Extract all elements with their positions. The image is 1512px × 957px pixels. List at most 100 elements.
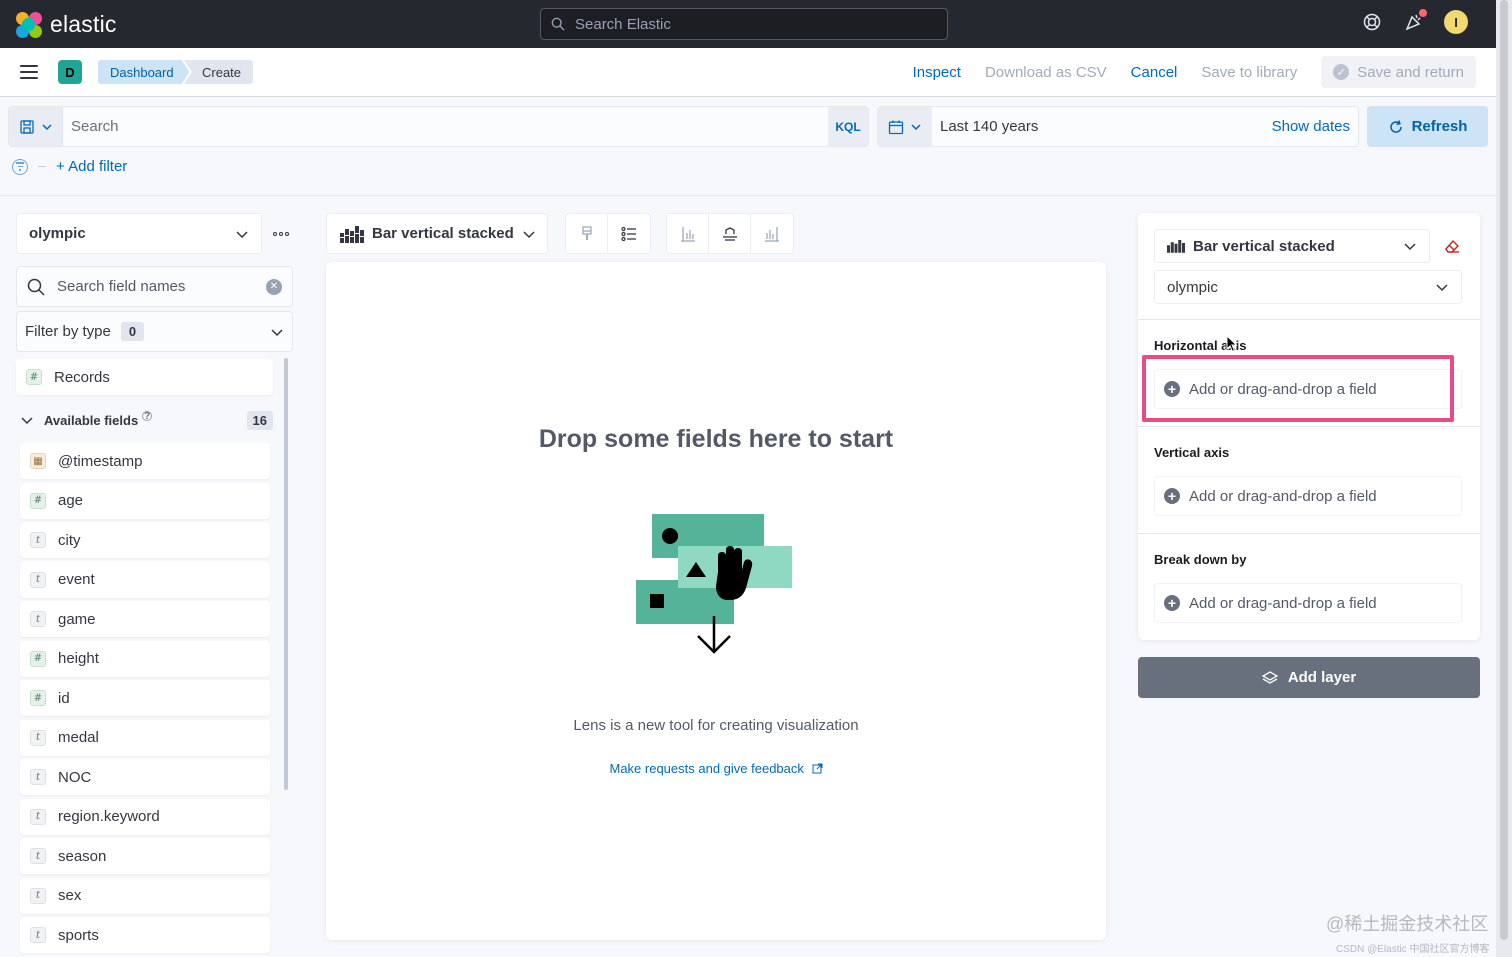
field-name: game (58, 610, 96, 628)
string-type-icon: t (30, 848, 46, 864)
break-down-by-add-field[interactable]: + Add or drag-and-drop a field (1154, 583, 1462, 623)
save-icon (19, 119, 34, 134)
field-item[interactable]: t sports (20, 917, 270, 953)
refresh-button[interactable]: Refresh (1367, 106, 1488, 147)
field-name: NOC (58, 768, 92, 786)
feedback-link[interactable]: Make requests and give feedback (326, 761, 1106, 776)
time-range[interactable]: Last 140 years (932, 118, 1272, 135)
help-icon[interactable] (1360, 10, 1384, 34)
drag-drop-illustration (636, 514, 792, 654)
field-item[interactable]: ▦ @timestamp (20, 443, 270, 479)
field-name: season (58, 847, 107, 865)
kql-toggle[interactable]: KQL (828, 107, 868, 146)
search-icon (27, 278, 45, 296)
eraser-icon[interactable] (1443, 237, 1461, 255)
legend-options-button[interactable] (608, 214, 650, 253)
layer-index-pattern-select[interactable]: olympic (1154, 270, 1462, 304)
left-axis-button[interactable] (667, 214, 709, 253)
save-and-return-button[interactable]: ✓ Save and return (1321, 56, 1476, 88)
query-input[interactable] (63, 107, 828, 146)
field-item[interactable]: t region.keyword (20, 798, 270, 835)
space-avatar[interactable]: D (58, 60, 82, 84)
chevron-down-icon (271, 328, 283, 336)
visual-options-button[interactable] (566, 214, 608, 253)
user-avatar[interactable]: I (1444, 10, 1468, 34)
workspace-canvas[interactable]: Drop some fields here to start Lens is a… (326, 262, 1106, 940)
chart-type-label: Bar vertical stacked (372, 225, 514, 242)
field-name: sex (58, 887, 82, 904)
field-search-input[interactable] (57, 278, 266, 295)
elastic-logo-icon (16, 11, 42, 38)
breadcrumb-dashboard[interactable]: Dashboard (98, 60, 190, 84)
field-item[interactable]: t event (20, 561, 270, 598)
save-to-library-button[interactable]: Save to library (1201, 64, 1297, 81)
field-item[interactable]: # height (20, 640, 270, 677)
news-feed-icon[interactable] (1402, 9, 1427, 34)
download-csv-button[interactable]: Download as CSV (985, 64, 1107, 81)
menu-icon[interactable] (20, 65, 38, 79)
field-list-scrollbar[interactable] (284, 358, 288, 790)
field-item[interactable]: t sex (20, 877, 270, 914)
axis-right-icon (765, 226, 779, 242)
field-item[interactable]: t medal (20, 719, 270, 756)
elastic-logo[interactable]: elastic (16, 11, 117, 38)
refresh-label: Refresh (1411, 118, 1468, 135)
list-icon (621, 226, 636, 241)
layer-chart-type-select[interactable]: Bar vertical stacked (1154, 229, 1430, 263)
add-layer-button[interactable]: Add layer (1138, 657, 1480, 698)
filter-by-type-select[interactable]: Filter by type 0 (16, 311, 293, 352)
inspect-button[interactable]: Inspect (913, 64, 961, 81)
highlight-box (1142, 355, 1454, 422)
index-pattern-select[interactable]: olympic (16, 213, 262, 254)
show-dates-button[interactable]: Show dates (1272, 118, 1358, 135)
string-type-icon: t (30, 532, 46, 548)
available-fields-header[interactable]: Available fields ? 16 (20, 408, 273, 432)
global-search-input[interactable]: Search Elastic (540, 8, 948, 40)
query-bar: KQL (8, 106, 869, 147)
field-name: medal (58, 729, 99, 746)
divider (1138, 319, 1480, 320)
chart-type-switcher[interactable]: Bar vertical stacked (326, 213, 548, 254)
chevron-down-icon (523, 230, 535, 238)
field-name: age (58, 492, 84, 509)
field-item[interactable]: # id (20, 680, 270, 716)
saved-query-button[interactable] (9, 107, 63, 146)
field-item[interactable]: t season (20, 838, 270, 874)
filter-by-type-label: Filter by type (25, 323, 111, 340)
index-pattern-label: olympic (29, 225, 86, 242)
string-type-icon: t (30, 808, 46, 825)
watermark: CSDN @Elastic 中国社区官方博客 (1336, 944, 1490, 955)
check-icon: ✓ (1333, 64, 1350, 80)
page-scrollbar-thumb[interactable] (1500, 0, 1508, 940)
app-toolbar: D Dashboard Create Inspect Download as C… (0, 48, 1496, 97)
info-icon[interactable]: ? (142, 411, 153, 422)
page-scrollbar[interactable] (1496, 0, 1512, 957)
add-filter-button[interactable]: + Add filter (56, 158, 127, 175)
available-fields-count: 16 (246, 410, 273, 430)
bar-stacked-icon (1167, 240, 1185, 253)
field-item[interactable]: # age (20, 482, 270, 519)
field-name: region.keyword (58, 808, 160, 825)
save-and-return-label: Save and return (1357, 63, 1464, 81)
chevron-down-icon (1436, 284, 1448, 292)
external-link-icon (812, 763, 823, 774)
filter-separator (38, 166, 46, 167)
right-axis-button[interactable] (751, 214, 793, 253)
vertical-axis-add-field[interactable]: + Add or drag-and-drop a field (1154, 476, 1462, 516)
breadcrumb-create: Create (184, 60, 254, 84)
axis-bottom-icon (722, 226, 737, 241)
field-item[interactable]: t city (20, 522, 270, 558)
global-header: elastic Search Elastic I (0, 0, 1496, 48)
clear-icon[interactable]: ✕ (266, 278, 282, 295)
records-field[interactable]: # Records (16, 359, 273, 395)
field-item[interactable]: t NOC (20, 759, 270, 795)
bottom-axis-button[interactable] (709, 214, 751, 253)
field-name: sports (58, 926, 99, 944)
global-search-placeholder: Search Elastic (575, 15, 671, 33)
cancel-button[interactable]: Cancel (1131, 64, 1178, 81)
plus-icon: + (1164, 595, 1180, 611)
quick-time-menu[interactable] (878, 107, 932, 146)
field-item[interactable]: t game (20, 601, 270, 637)
more-options-icon[interactable] (270, 224, 292, 244)
filter-icon[interactable] (12, 158, 28, 175)
